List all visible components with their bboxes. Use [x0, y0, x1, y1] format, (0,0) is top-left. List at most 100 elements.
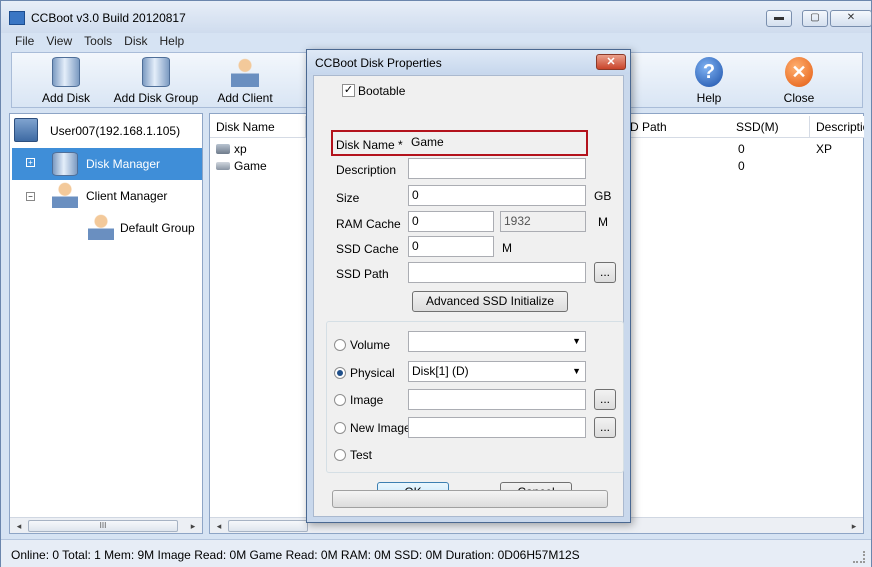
close-window-button[interactable]: ✕	[830, 10, 872, 27]
row-game-ssd: 0	[738, 159, 745, 173]
row-xp-ssd: 0	[738, 142, 745, 156]
physical-select[interactable]: Disk[1] (D) ▼	[408, 361, 586, 382]
close-icon: ✕	[785, 57, 813, 87]
client-manager-icon	[52, 182, 78, 208]
tree-root[interactable]: User007(192.168.1.105)	[50, 124, 180, 138]
close-label: Close	[783, 91, 815, 105]
chevron-down-icon: ▼	[572, 366, 581, 376]
tree-item-disk-manager[interactable]: + Disk Manager	[12, 148, 202, 180]
physical-radio[interactable]	[334, 367, 346, 379]
disk-name-field[interactable]: Game	[408, 133, 584, 154]
disk-row-icon	[216, 162, 230, 170]
disk-manager-icon	[52, 152, 78, 176]
column-header-disk-name[interactable]: Disk Name	[210, 116, 306, 138]
ram-cache-max-field: 1932	[500, 211, 586, 232]
column-header-ssd[interactable]: SSD(M)	[730, 116, 810, 138]
scroll-thumb[interactable]	[228, 520, 308, 532]
disk-manager-label: Disk Manager	[86, 157, 161, 171]
ssd-cache-field[interactable]: 0	[408, 236, 494, 257]
disk-group-icon	[142, 57, 170, 87]
expand-icon[interactable]: +	[26, 158, 35, 167]
size-label: Size	[336, 191, 360, 205]
disk-name-label: Disk Name *	[336, 138, 403, 152]
add-disk-button[interactable]: Add Disk	[36, 57, 96, 105]
dialog-title: CCBoot Disk Properties	[315, 56, 442, 70]
window-title: CCBoot v3.0 Build 20120817	[31, 11, 186, 25]
maximize-button[interactable]: ▢	[802, 10, 828, 27]
ssd-path-field[interactable]	[408, 262, 586, 283]
scroll-right-icon[interactable]: ▸	[847, 519, 861, 533]
tree-horizontal-scrollbar[interactable]: ◂ III ▸	[10, 517, 202, 533]
collapse-icon[interactable]: −	[26, 192, 35, 201]
menu-disk[interactable]: Disk	[118, 33, 153, 49]
add-disk-label: Add Disk	[41, 91, 91, 105]
ssd-path-browse-button[interactable]: ...	[594, 262, 616, 283]
resize-grip[interactable]	[853, 551, 865, 563]
title-bar: CCBoot v3.0 Build 20120817 ▬ ▢ ✕	[1, 1, 872, 33]
disk-properties-dialog: CCBoot Disk Properties ✕ ✓ Bootable Disk…	[306, 49, 631, 523]
row-xp-name[interactable]: xp	[234, 142, 247, 156]
add-client-label: Add Client	[217, 91, 273, 105]
size-unit: GB	[594, 189, 612, 203]
help-button[interactable]: ? Help	[684, 57, 734, 105]
status-text: Online: 0 Total: 1 Mem: 9M Image Read: 0…	[11, 548, 580, 562]
dialog-body: ✓ Bootable Disk Name * Game Description …	[313, 75, 624, 517]
tree-item-default-group[interactable]: Default Group	[120, 221, 195, 235]
menu-help[interactable]: Help	[154, 33, 191, 49]
column-header-ssd-path[interactable]: D Path	[624, 116, 734, 138]
description-label: Description	[336, 163, 397, 177]
add-client-button[interactable]: Add Client	[213, 57, 277, 105]
test-radio[interactable]	[334, 449, 346, 461]
scroll-left-icon[interactable]: ◂	[212, 519, 226, 533]
ram-cache-field[interactable]: 0	[408, 211, 494, 232]
row-game-name[interactable]: Game	[234, 159, 267, 173]
physical-label: Physical	[350, 366, 395, 380]
bootable-label: Bootable	[358, 84, 406, 98]
new-image-browse-button[interactable]: ...	[594, 417, 616, 438]
menu-tools[interactable]: Tools	[78, 33, 118, 49]
help-label: Help	[696, 91, 722, 105]
add-disk-group-label: Add Disk Group	[113, 91, 199, 105]
group-icon	[88, 214, 114, 240]
ram-cache-unit: M	[598, 215, 608, 229]
close-button[interactable]: ✕ Close	[774, 57, 824, 105]
physical-value: Disk[1] (D)	[412, 364, 469, 378]
scroll-left-icon[interactable]: ◂	[12, 519, 26, 533]
tree-item-client-manager[interactable]: Client Manager	[86, 189, 167, 203]
computer-icon	[14, 118, 38, 142]
status-bar: Online: 0 Total: 1 Mem: 9M Image Read: 0…	[1, 539, 871, 567]
ssd-cache-label: SSD Cache	[336, 242, 399, 256]
row-xp-description: XP	[816, 142, 833, 156]
menu-view[interactable]: View	[40, 33, 78, 49]
test-label: Test	[350, 448, 373, 462]
image-path-field[interactable]	[408, 389, 586, 410]
column-header-description[interactable]: Descriptio	[810, 116, 864, 138]
scroll-thumb[interactable]: III	[28, 520, 178, 532]
image-radio[interactable]	[334, 394, 346, 406]
volume-radio[interactable]	[334, 339, 346, 351]
ssd-path-label: SSD Path	[336, 267, 389, 281]
disk-row-icon	[216, 144, 230, 154]
new-image-radio[interactable]	[334, 422, 346, 434]
advanced-ssd-initialize-button[interactable]: Advanced SSD Initialize	[412, 291, 568, 312]
size-field[interactable]: 0	[408, 185, 586, 206]
dialog-close-button[interactable]: ✕	[596, 54, 626, 70]
volume-select[interactable]: ▼	[408, 331, 586, 352]
ssd-cache-unit: M	[502, 241, 512, 255]
tree-pane: User007(192.168.1.105) + Disk Manager − …	[9, 113, 203, 534]
new-image-path-field[interactable]	[408, 417, 586, 438]
dialog-title-bar: CCBoot Disk Properties ✕	[307, 50, 630, 74]
description-field[interactable]	[408, 158, 586, 179]
client-icon	[231, 57, 259, 87]
menu-file[interactable]: File	[9, 33, 40, 49]
minimize-button[interactable]: ▬	[766, 10, 792, 27]
add-disk-group-button[interactable]: Add Disk Group	[112, 57, 200, 105]
image-label: Image	[350, 393, 384, 407]
image-browse-button[interactable]: ...	[594, 389, 616, 410]
progress-bar	[332, 490, 608, 508]
ram-cache-label: RAM Cache	[336, 217, 401, 231]
bootable-checkbox[interactable]: ✓	[342, 84, 355, 97]
scroll-right-icon[interactable]: ▸	[186, 519, 200, 533]
new-image-label: New Image	[350, 421, 411, 435]
chevron-down-icon: ▼	[572, 336, 581, 346]
